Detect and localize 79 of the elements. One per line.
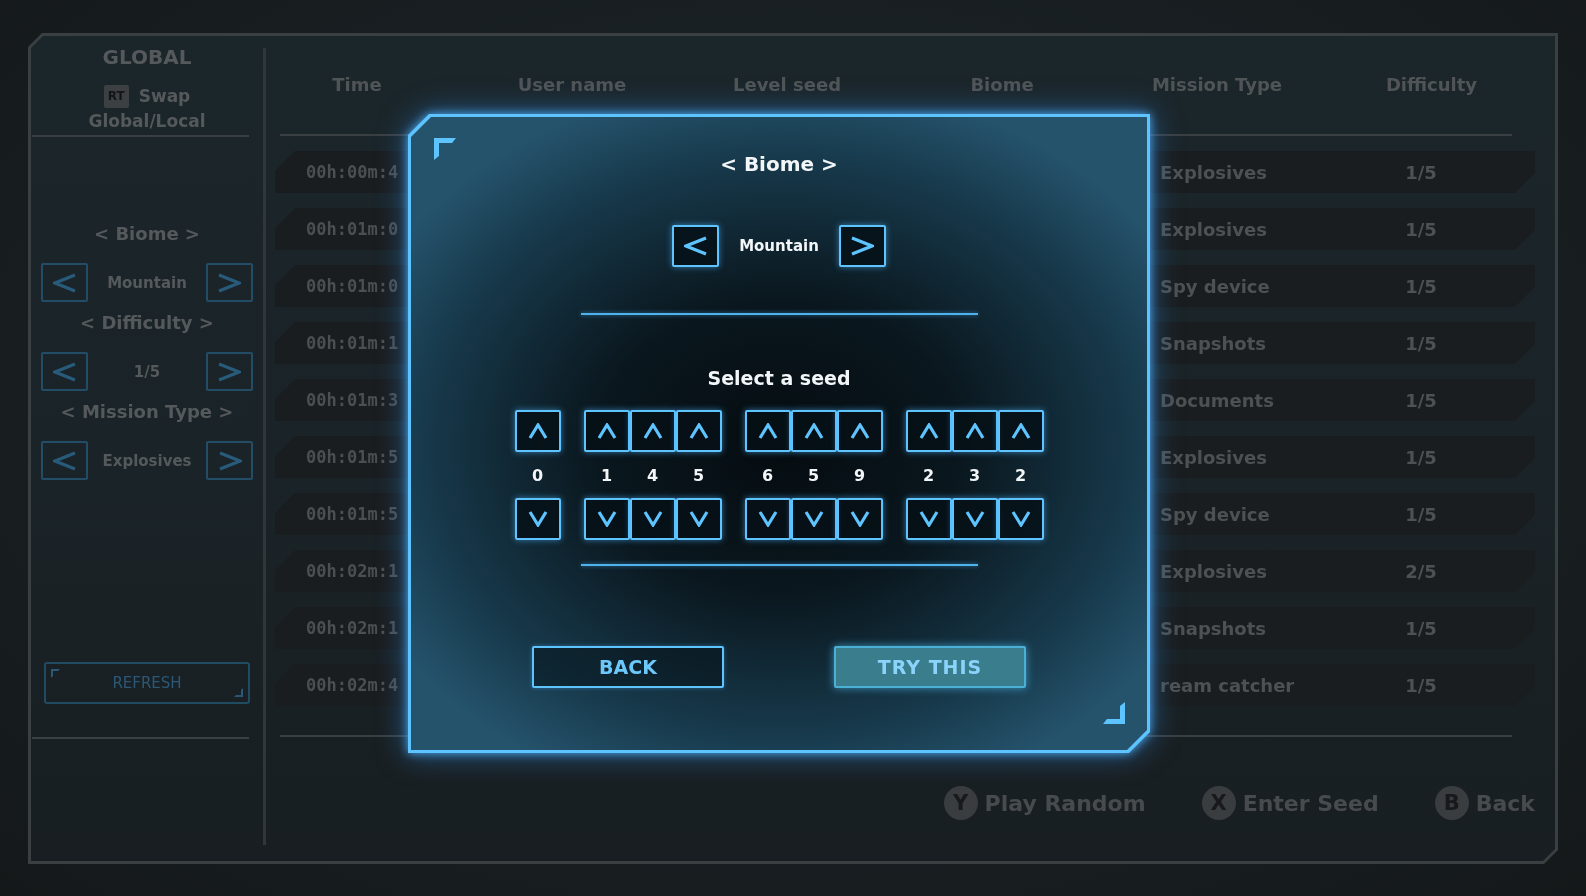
chevron-down-icon <box>849 511 870 527</box>
biome-value: Mountain <box>739 237 819 255</box>
seed-digit: 5 <box>692 465 705 485</box>
chevron-up-icon <box>527 423 548 439</box>
chevron-left-icon <box>683 236 708 256</box>
chevron-up-icon <box>1010 423 1031 439</box>
confirm-button[interactable]: TRY THIS <box>834 646 1026 688</box>
chevron-up-icon <box>803 423 824 439</box>
corner-mark-icon <box>51 669 60 678</box>
chevron-up-icon <box>688 423 709 439</box>
seed-digit: 5 <box>807 465 820 485</box>
decrement-button[interactable] <box>514 498 561 540</box>
seed-digit: 2 <box>1014 465 1027 485</box>
chevron-up-icon <box>596 423 617 439</box>
swap-hint-text: Swap <box>138 85 191 108</box>
decrement-button[interactable] <box>629 498 676 540</box>
decrement-button[interactable] <box>675 498 722 540</box>
chevron-right-icon <box>217 361 242 382</box>
corner-mark-icon <box>234 688 243 697</box>
filter-label: < Biome > <box>94 222 200 246</box>
chevron-up-icon <box>964 423 985 439</box>
filter-label: < Mission Type > <box>60 400 234 424</box>
seed-digit: 1 <box>600 465 613 485</box>
chevron-down-icon <box>596 511 617 527</box>
chevron-down-icon <box>803 511 824 527</box>
chevron-left-icon <box>52 361 77 382</box>
chevron-right-icon <box>850 236 875 256</box>
chevron-down-icon <box>918 511 939 527</box>
seed-prompt: Select a seed <box>707 366 851 391</box>
decrement-button[interactable] <box>836 498 883 540</box>
next-button[interactable] <box>838 225 886 267</box>
increment-button[interactable] <box>583 410 630 452</box>
seed-digit: 3 <box>968 465 981 485</box>
decrement-button[interactable] <box>790 498 837 540</box>
increment-button[interactable] <box>629 410 676 452</box>
increment-button[interactable] <box>790 410 837 452</box>
increment-button[interactable] <box>675 410 722 452</box>
chevron-left-icon <box>52 450 77 471</box>
corner-mark-icon <box>434 138 456 160</box>
swap-hint-text: Global/Local <box>88 110 206 133</box>
decrement-button[interactable] <box>905 498 952 540</box>
decrement-button[interactable] <box>744 498 791 540</box>
chevron-right-icon <box>217 272 242 293</box>
chevron-up-icon <box>918 423 939 439</box>
chevron-down-icon <box>527 511 548 527</box>
chevron-left-icon <box>52 272 77 293</box>
refresh-button[interactable]: REFRESH <box>44 662 250 704</box>
chevron-down-icon <box>1010 511 1031 527</box>
increment-button[interactable] <box>514 410 561 452</box>
seed-digit: 2 <box>922 465 935 485</box>
decrement-button[interactable] <box>583 498 630 540</box>
seed-digit: 9 <box>853 465 866 485</box>
leaderboard-scope-title: GLOBAL <box>102 45 192 69</box>
chevron-right-icon <box>217 450 242 471</box>
filter-value: 1/5 <box>133 362 161 381</box>
chevron-down-icon <box>688 511 709 527</box>
chevron-up-icon <box>849 423 870 439</box>
decrement-button[interactable] <box>997 498 1044 540</box>
seed-digit: 6 <box>761 465 774 485</box>
chevron-up-icon <box>642 423 663 439</box>
previous-button[interactable] <box>672 225 720 267</box>
dialog-title: < Biome > <box>720 151 838 178</box>
filter-value: Explosives <box>102 451 192 470</box>
decrement-button[interactable] <box>951 498 998 540</box>
increment-button[interactable] <box>744 410 791 452</box>
filter-value: Mountain <box>107 273 187 292</box>
chevron-down-icon <box>642 511 663 527</box>
seed-digit: 4 <box>646 465 659 485</box>
increment-button[interactable] <box>951 410 998 452</box>
increment-button[interactable] <box>905 410 952 452</box>
corner-mark-icon <box>1103 702 1125 724</box>
increment-button[interactable] <box>997 410 1044 452</box>
chevron-down-icon <box>757 511 778 527</box>
increment-button[interactable] <box>836 410 883 452</box>
chevron-up-icon <box>757 423 778 439</box>
seed-digit: 0 <box>531 465 544 485</box>
filter-label: < Difficulty > <box>80 311 214 335</box>
chevron-down-icon <box>964 511 985 527</box>
back-button[interactable]: BACK <box>532 646 724 688</box>
